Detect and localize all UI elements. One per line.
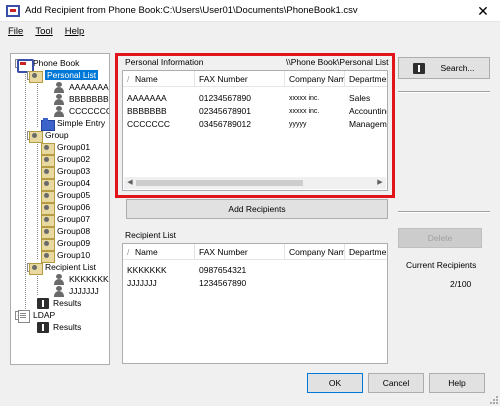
results-book-icon	[37, 297, 50, 309]
tree-node-simple-entry[interactable]: Simple Entry	[41, 117, 105, 131]
table-row[interactable]: CCCCCCC 03456789012 yyyyy Management	[123, 118, 387, 131]
personal-information-list[interactable]: /Name FAX Number Company Name Department…	[122, 70, 388, 191]
tree-node-group-item[interactable]: Group01	[41, 141, 90, 155]
table-row[interactable]: BBBBBBB 02345678901 xxxxx inc. Accountin…	[123, 105, 387, 118]
current-recipients-count: 2/100	[450, 279, 472, 289]
separator	[398, 91, 490, 93]
person-icon	[53, 273, 66, 285]
group-icon	[41, 142, 55, 155]
ldap-icon	[17, 309, 30, 323]
tree-node-group-item[interactable]: Group03	[41, 165, 90, 179]
personal-information-label: Personal Information	[125, 57, 204, 67]
ok-button[interactable]: OK	[307, 373, 363, 393]
tree-node-group-item[interactable]: Group08	[41, 225, 90, 239]
column-header-fax[interactable]: FAX Number	[195, 244, 285, 260]
horizontal-scrollbar[interactable]: ◀ ▶	[124, 177, 386, 189]
group-icon	[41, 250, 55, 263]
simple-entry-icon	[41, 117, 55, 131]
column-header-company[interactable]: Company Name	[285, 244, 345, 260]
column-header-name[interactable]: / Name	[123, 244, 195, 260]
list-header: /Name FAX Number Company Name Department	[123, 244, 387, 260]
table-row[interactable]: KKKKKKK 0987654321	[123, 264, 285, 277]
tree-node-ldap-results[interactable]: Results	[37, 321, 81, 333]
tree-node-group-item[interactable]: Group06	[41, 201, 90, 215]
group-icon	[41, 214, 55, 227]
delete-button[interactable]: Delete	[398, 228, 482, 248]
tree-node-entry[interactable]: KKKKKKK	[53, 273, 109, 285]
separator	[398, 211, 490, 213]
tree-node-entry[interactable]: AAAAAAA	[53, 81, 109, 93]
recipient-list-icon	[29, 262, 43, 275]
tree-node-group-item[interactable]: Group09	[41, 237, 90, 251]
current-path-label: \\Phone Book\Personal List	[286, 57, 389, 67]
tree-node-phone-book[interactable]: − Phone Book	[15, 57, 79, 73]
column-header-department[interactable]: Department	[345, 71, 387, 87]
scroll-right-icon[interactable]: ▶	[374, 177, 386, 189]
tree-node-group-item[interactable]: Group04	[41, 177, 90, 191]
group-icon	[41, 154, 55, 167]
tree-node-entry[interactable]: BBBBBBB	[53, 93, 109, 105]
tree-node-group-item[interactable]: Group10	[41, 249, 90, 263]
tree-node-group-item[interactable]: Group07	[41, 213, 90, 227]
menu-bar: File Tool Help	[0, 22, 500, 40]
current-recipients-label: Current Recipients	[406, 260, 477, 270]
column-header-name[interactable]: / Name	[123, 71, 195, 87]
person-icon	[53, 81, 66, 93]
results-book-icon	[37, 321, 50, 333]
table-row[interactable]: AAAAAAA 01234567890 xxxxx inc. Sales	[123, 92, 387, 105]
tree-node-group[interactable]: − Group	[27, 129, 69, 143]
scroll-left-icon[interactable]: ◀	[124, 177, 136, 189]
tree-node-group-item[interactable]: Group02	[41, 153, 90, 167]
help-button[interactable]: Help	[429, 373, 485, 393]
group-icon	[41, 178, 55, 191]
tree-node-ldap[interactable]: − LDAP	[15, 309, 55, 323]
tree-node-results[interactable]: Results	[37, 297, 81, 309]
recipient-list-label: Recipient List	[125, 230, 177, 240]
window-title: Add Recipient from Phone Book:C:\Users\U…	[25, 5, 358, 16]
phone-book-search-icon	[413, 62, 426, 74]
recipient-list[interactable]: /Name FAX Number Company Name Department…	[122, 243, 388, 364]
phone-book-tree[interactable]: − Phone Book − Personal List AAAAAAA BBB…	[10, 53, 110, 365]
group-icon	[41, 190, 55, 203]
menu-help[interactable]: Help	[59, 26, 91, 37]
column-header-company[interactable]: Company Name	[285, 71, 345, 87]
menu-file[interactable]: File	[0, 26, 29, 37]
scroll-thumb[interactable]	[136, 180, 303, 186]
group-icon	[41, 238, 55, 251]
resize-grip-icon[interactable]	[488, 394, 498, 404]
search-button[interactable]: Search...	[398, 57, 490, 79]
group-icon	[41, 202, 55, 215]
menu-tool[interactable]: Tool	[29, 26, 58, 37]
person-icon	[53, 93, 66, 105]
group-icon	[41, 166, 55, 179]
group-icon	[41, 226, 55, 239]
group-icon	[29, 130, 43, 143]
column-header-department[interactable]: Department	[345, 244, 387, 260]
person-icon	[53, 285, 66, 297]
table-row[interactable]: JJJJJJJ 1234567890	[123, 277, 285, 290]
add-recipients-button[interactable]: Add Recipients	[126, 199, 388, 219]
tree-node-entry[interactable]: JJJJJJJ	[53, 285, 99, 297]
tree-node-group-item[interactable]: Group05	[41, 189, 90, 203]
title-bar: Add Recipient from Phone Book:C:\Users\U…	[0, 0, 500, 22]
personal-list-icon	[29, 70, 43, 83]
tree-node-personal-list[interactable]: − Personal List	[27, 69, 99, 83]
phone-book-app-icon	[6, 4, 20, 18]
close-icon[interactable]: ✕	[474, 2, 492, 20]
person-icon	[53, 105, 66, 117]
tree-node-recipient-list[interactable]: − Recipient List	[27, 261, 96, 275]
column-header-fax[interactable]: FAX Number	[195, 71, 285, 87]
list-header: /Name FAX Number Company Name Department	[123, 71, 387, 87]
phone-book-icon	[17, 58, 34, 73]
tree-node-entry[interactable]: CCCCCCC	[53, 105, 109, 117]
cancel-button[interactable]: Cancel	[368, 373, 424, 393]
